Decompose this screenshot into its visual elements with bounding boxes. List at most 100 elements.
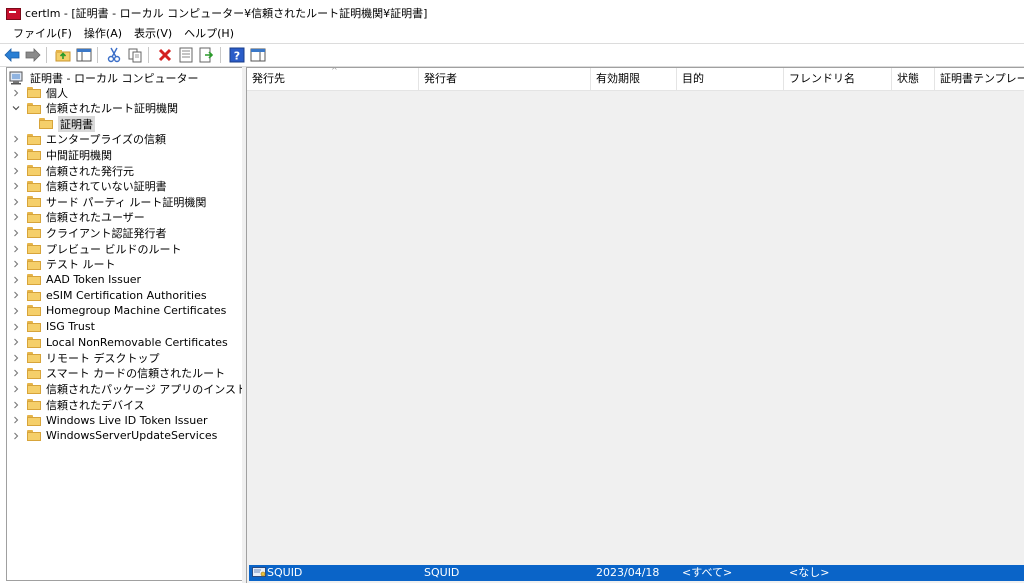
- tree-item-label: プレビュー ビルドのルート: [46, 242, 182, 256]
- cell-issued-to: SQUID: [267, 566, 303, 579]
- cell-expiration: 2023/04/18: [596, 566, 660, 579]
- chevron-right-icon[interactable]: [11, 272, 21, 287]
- folder-icon: [27, 367, 41, 379]
- tree-item[interactable]: 信頼された発行元: [11, 163, 134, 178]
- menu-action[interactable]: 操作(A): [78, 26, 128, 42]
- back-arrow-icon[interactable]: [3, 46, 21, 64]
- tree-item[interactable]: WindowsServerUpdateServices: [11, 428, 217, 443]
- chevron-right-icon[interactable]: [11, 319, 21, 334]
- tree-item[interactable]: 個人: [11, 85, 68, 100]
- chevron-right-icon[interactable]: [11, 288, 21, 303]
- chevron-right-icon[interactable]: [11, 132, 21, 147]
- cell-purpose: <すべて>: [682, 566, 733, 579]
- certificate-icon: [252, 567, 266, 577]
- tree-item[interactable]: Local NonRemovable Certificates: [11, 335, 228, 350]
- tree-item[interactable]: ISG Trust: [11, 319, 95, 334]
- tree-item[interactable]: 信頼されていない証明書: [11, 179, 167, 194]
- show-hide-tree-icon[interactable]: [75, 46, 93, 64]
- menu-file[interactable]: ファイル(F): [7, 26, 78, 42]
- tree-item-label: 信頼されたデバイス: [46, 398, 145, 412]
- tree-item[interactable]: 信頼されたデバイス: [11, 397, 145, 412]
- tree-item[interactable]: 中間証明機関: [11, 147, 112, 162]
- column-issued-to[interactable]: 発行先 ^: [247, 68, 419, 90]
- help-icon[interactable]: ?: [228, 46, 246, 64]
- table-row[interactable]: SQUID SQUID 2023/04/18 <すべて> <なし>: [249, 565, 1024, 581]
- computer-certificates-icon: [9, 71, 23, 84]
- tree-item[interactable]: eSIM Certification Authorities: [11, 288, 207, 303]
- cut-icon[interactable]: [105, 46, 123, 64]
- chevron-right-icon[interactable]: [11, 225, 21, 240]
- tree-item[interactable]: 証明書: [39, 115, 95, 132]
- chevron-right-icon[interactable]: [11, 381, 21, 396]
- tree-item-label: エンタープライズの信頼: [46, 133, 167, 147]
- properties-icon[interactable]: [177, 46, 195, 64]
- action-pane-icon[interactable]: [249, 46, 267, 64]
- chevron-right-icon[interactable]: [11, 350, 21, 365]
- forward-arrow-icon[interactable]: [24, 46, 42, 64]
- chevron-right-icon[interactable]: [11, 147, 21, 162]
- tree-item[interactable]: AAD Token Issuer: [11, 272, 141, 287]
- column-issued-by[interactable]: 発行者: [419, 68, 591, 90]
- tree-item[interactable]: クライアント認証発行者: [11, 225, 167, 240]
- folder-icon: [27, 211, 41, 223]
- up-folder-icon[interactable]: [54, 46, 72, 64]
- tree-item[interactable]: テスト ルート: [11, 257, 116, 272]
- tree-item[interactable]: 信頼されたルート証明機関: [11, 101, 178, 116]
- console-tree[interactable]: 証明書 - ローカル コンピューター 個人 信頼されたルート証明機関 証明書 エンター…: [6, 67, 243, 581]
- folder-icon: [27, 336, 41, 348]
- menu-view[interactable]: 表示(V): [128, 26, 178, 42]
- tree-item[interactable]: Homegroup Machine Certificates: [11, 303, 226, 318]
- chevron-right-icon[interactable]: [11, 241, 21, 256]
- tree-item-label: スマート カードの信頼されたルート: [46, 367, 226, 381]
- tree-item-label: 信頼されていない証明書: [46, 180, 167, 194]
- chevron-right-icon[interactable]: [11, 366, 21, 381]
- folder-icon: [27, 227, 41, 239]
- tree-root[interactable]: 証明書 - ローカル コンピューター: [9, 70, 198, 85]
- chevron-right-icon[interactable]: [11, 179, 21, 194]
- cell-friendly-name: <なし>: [789, 566, 830, 579]
- tree-item[interactable]: Windows Live ID Token Issuer: [11, 413, 208, 428]
- title-bar: certlm - [証明書 - ローカル コンピューター¥信頼されたルート証明機…: [0, 0, 1024, 26]
- folder-icon: [27, 180, 41, 192]
- chevron-right-icon[interactable]: [11, 210, 21, 225]
- chevron-right-icon[interactable]: [11, 335, 21, 350]
- chevron-down-icon[interactable]: [11, 101, 21, 116]
- chevron-right-icon[interactable]: [11, 85, 21, 100]
- sort-ascending-icon: ^: [331, 68, 338, 75]
- certificate-list[interactable]: 発行先 ^ 発行者 有効期限 目的 フレンドリ名 状態 証明書テンプレート SQ…: [246, 67, 1024, 583]
- chevron-right-icon[interactable]: [11, 428, 21, 443]
- chevron-right-icon[interactable]: [11, 163, 21, 178]
- folder-icon: [27, 305, 41, 317]
- tree-item[interactable]: リモート デスクトップ: [11, 350, 160, 365]
- chevron-right-icon[interactable]: [11, 413, 21, 428]
- chevron-right-icon[interactable]: [11, 257, 21, 272]
- column-template[interactable]: 証明書テンプレート: [935, 68, 1024, 90]
- delete-icon[interactable]: [156, 46, 174, 64]
- folder-icon: [27, 102, 41, 114]
- certlm-app-icon[interactable]: [6, 6, 21, 20]
- svg-text:?: ?: [234, 50, 240, 63]
- column-purpose[interactable]: 目的: [677, 68, 784, 90]
- menu-help[interactable]: ヘルプ(H): [178, 26, 240, 42]
- chevron-right-icon[interactable]: [11, 303, 21, 318]
- menu-bar: ファイル(F) 操作(A) 表示(V) ヘルプ(H): [0, 26, 1024, 42]
- tree-item[interactable]: 信頼されたユーザー: [11, 210, 145, 225]
- window-title: certlm - [証明書 - ローカル コンピューター¥信頼されたルート証明機…: [25, 7, 428, 20]
- copy-icon[interactable]: [126, 46, 144, 64]
- cell-issued-by: SQUID: [424, 566, 460, 579]
- column-expiration[interactable]: 有効期限: [591, 68, 677, 90]
- chevron-right-icon[interactable]: [11, 397, 21, 412]
- tree-item[interactable]: サード パーティ ルート証明機関: [11, 194, 206, 209]
- tree-item[interactable]: プレビュー ビルドのルート: [11, 241, 182, 256]
- chevron-right-icon[interactable]: [11, 194, 21, 209]
- folder-icon: [27, 352, 41, 364]
- tree-item[interactable]: エンタープライズの信頼: [11, 132, 166, 147]
- folder-icon: [27, 289, 41, 301]
- folder-icon: [27, 149, 41, 161]
- export-icon[interactable]: [198, 46, 216, 64]
- toolbar: ?: [0, 43, 1024, 67]
- column-status[interactable]: 状態: [892, 68, 935, 90]
- tree-item[interactable]: スマート カードの信頼されたルート: [11, 366, 225, 381]
- tree-item[interactable]: 信頼されたパッケージ アプリのインストール機関: [11, 381, 242, 396]
- column-friendly-name[interactable]: フレンドリ名: [784, 68, 892, 90]
